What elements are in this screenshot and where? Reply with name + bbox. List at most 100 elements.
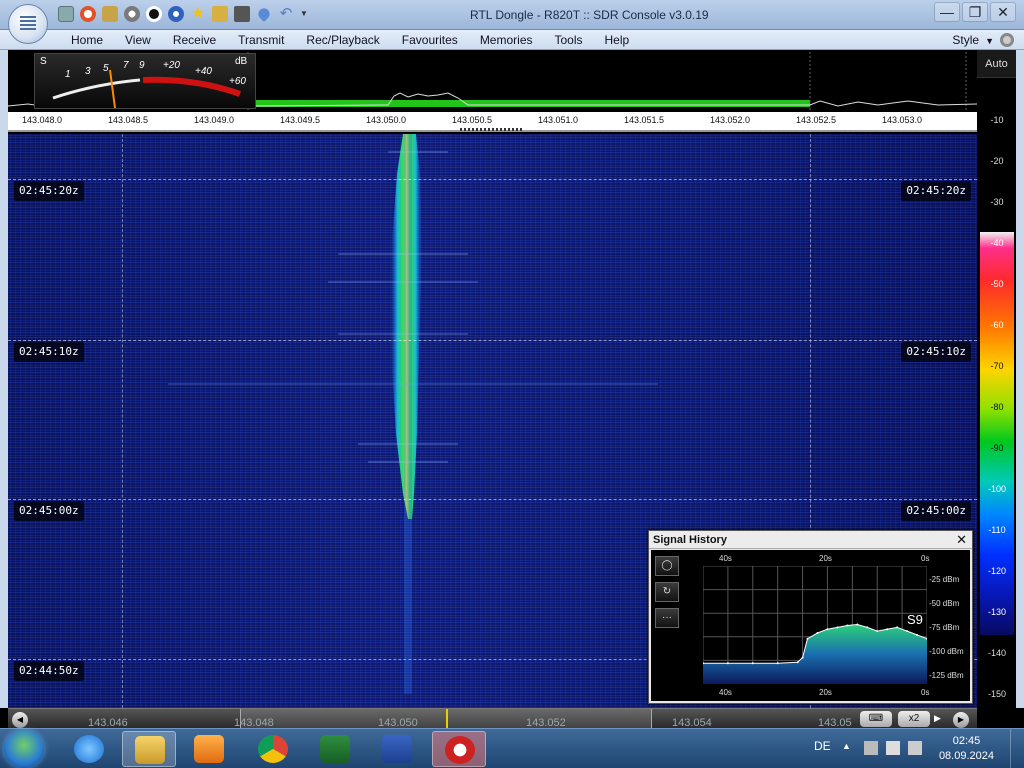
s-level-label: S9 [907,612,923,627]
s-meter-needle [109,69,116,109]
y-axis-label: -25 dBm [929,575,960,584]
signal-history-body: ◯ ↻ ··· 40s 20s 0s 40s 20s 0s -25 dBm -5… [651,550,970,701]
freq-label: 143.049.5 [280,115,321,125]
right-frame [1016,50,1024,708]
camera-icon[interactable] [234,6,250,22]
drop-icon[interactable] [256,6,272,22]
db-tick: -60 [990,320,1004,330]
s-meter-s-label: S [40,56,47,67]
db-tick: -50 [990,279,1004,289]
freq-label: 143.053.0 [882,115,923,125]
signal-point [796,661,799,664]
close-panel-button[interactable]: ✕ [956,532,967,548]
taskbar-clock[interactable]: 02:45 08.09.2024 [939,734,994,764]
menu-tools[interactable]: Tools [544,30,594,50]
taskbar-sdr-console-icon[interactable] [432,731,486,767]
freq-label: 143.050.5 [452,115,493,125]
freq-label: 143.049.0 [194,115,235,125]
keyboard-button[interactable]: ⌨ [860,711,892,727]
left-frame [0,50,8,708]
zoom-button[interactable]: x2 [898,711,930,727]
settings-gear-icon[interactable] [1000,33,1014,47]
lifebuoy-icon[interactable] [80,6,96,22]
star-icon[interactable]: ★ [190,6,206,22]
y-axis-label: -50 dBm [929,599,960,608]
refresh-button[interactable]: ↻ [655,582,679,602]
minimize-button[interactable]: — [934,2,960,22]
clock-time: 02:45 [952,735,981,747]
signal-point [916,633,918,636]
auto-scale-button[interactable]: Auto [977,50,1016,78]
menu-transmit[interactable]: Transmit [227,30,295,50]
close-button[interactable]: ✕ [990,2,1016,22]
zoom-arrow-icon[interactable]: ▶ [934,713,941,724]
frequency-scale[interactable]: 143.048.0 143.048.5 143.049.0 143.049.5 … [8,112,977,132]
x-axis-label-bottom: 20s [819,688,832,697]
menu-favourites[interactable]: Favourites [391,30,469,50]
lock-icon[interactable] [212,6,228,22]
tuning-marker[interactable] [460,128,524,131]
y-axis-label: -75 dBm [929,623,960,632]
signal-point [826,628,829,631]
taskbar-excel-icon[interactable] [308,731,362,767]
language-indicator[interactable]: DE [814,739,831,753]
db-tick: -70 [990,361,1004,371]
show-desktop-button[interactable] [1010,729,1024,768]
menu-memories[interactable]: Memories [469,30,544,50]
undo-icon[interactable]: ↶ [278,6,294,22]
tray-power-icon[interactable] [908,741,922,755]
taskbar-ie-icon[interactable] [62,731,116,767]
add-icon[interactable] [168,6,184,22]
s-tick: 1 [65,69,71,80]
signal-history-title: Signal History [649,531,972,549]
s-tick: 7 [123,60,129,71]
x-axis-label-top: 40s [719,554,732,563]
play-icon[interactable] [124,6,140,22]
windows-taskbar: DE ▲ 02:45 08.09.2024 [0,728,1024,768]
maximize-button[interactable]: ❐ [962,2,988,22]
taskbar-chrome-icon[interactable] [246,731,300,767]
signal-point [906,630,909,633]
menu-help[interactable]: Help [594,30,641,50]
menu-receive[interactable]: Receive [162,30,227,50]
taskbar-explorer-icon[interactable] [122,731,176,767]
folder-icon[interactable] [102,6,118,22]
s-meter: S 1 3 5 7 9 +20 +40 +60 dB [34,53,256,109]
more-options-button[interactable]: ··· [655,608,679,628]
tray-volume-icon[interactable] [886,741,900,755]
record-button[interactable]: ◯ [655,556,679,576]
y-axis-label: -100 dBm [929,647,964,656]
x-axis-label-bottom: 40s [719,688,732,697]
time-gridline [8,179,977,180]
home-icon[interactable] [58,6,74,22]
qat-dropdown-icon[interactable]: ▼ [300,6,308,22]
tray-expand-icon[interactable]: ▲ [842,741,851,751]
scroll-right-button[interactable]: ▶ [953,712,969,728]
menu-home[interactable]: Home [60,30,114,50]
signal-point [776,662,779,665]
signal-area [703,624,927,684]
tray-network-icon[interactable] [864,741,878,755]
signal-point [806,637,809,640]
tune-marker[interactable] [446,709,448,729]
freq-label: 143.048.0 [22,115,63,125]
stop-icon[interactable] [146,6,162,22]
signal-history-chart[interactable] [703,566,927,684]
freq-label: 143.048.5 [108,115,149,125]
signal-point [726,662,729,665]
taskbar-word-icon[interactable] [370,731,424,767]
window-controls: — ❐ ✕ [934,2,1016,22]
taskbar-media-icon[interactable] [182,731,236,767]
x-axis-label-top: 0s [921,554,930,563]
start-button[interactable] [4,730,44,768]
freq-label: 143.052.0 [710,115,751,125]
menu-view[interactable]: View [114,30,162,50]
style-dropdown[interactable]: Style ▼ [952,30,994,51]
system-tray: DE ▲ 02:45 08.09.2024 [814,729,1024,768]
signal-point [856,623,859,626]
menu-rec-playback[interactable]: Rec/Playback [295,30,390,50]
x-axis-label-bottom: 0s [921,688,930,697]
app-menu-orb-icon[interactable] [8,4,48,44]
scroll-left-button[interactable]: ◀ [12,712,28,728]
spectrum-panel[interactable]: S 1 3 5 7 9 +20 +40 +60 dB [8,50,977,112]
